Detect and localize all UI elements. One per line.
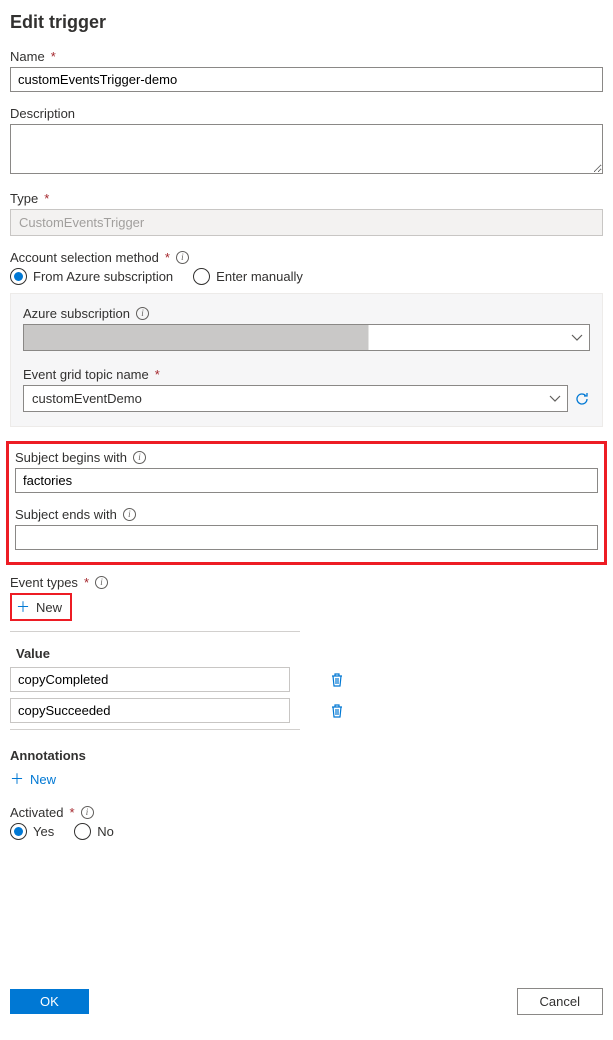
subject-ends-input[interactable]	[15, 525, 598, 550]
activated-label-text: Activated	[10, 805, 63, 820]
required-asterisk: *	[69, 805, 74, 820]
event-type-row	[10, 667, 603, 692]
event-types-field: Event types * i ＋ New Value	[10, 575, 603, 730]
radio-enter-manually[interactable]: Enter manually	[193, 268, 303, 285]
divider	[10, 631, 300, 632]
subject-begins-input[interactable]	[15, 468, 598, 493]
event-type-input[interactable]	[10, 667, 290, 692]
page-title: Edit trigger	[10, 12, 603, 33]
azure-subscription-select[interactable]	[23, 324, 590, 351]
divider	[10, 729, 300, 730]
radio-activated-yes[interactable]: Yes	[10, 823, 54, 840]
name-label: Name *	[10, 49, 603, 64]
event-type-row	[10, 698, 603, 723]
event-grid-topic-label-text: Event grid topic name	[23, 367, 149, 382]
name-input[interactable]	[10, 67, 603, 92]
event-grid-topic-field: Event grid topic name * customEventDemo	[23, 367, 590, 412]
radio-yes-label: Yes	[33, 824, 54, 839]
activated-field: Activated * i Yes No	[10, 805, 603, 840]
description-field: Description	[10, 106, 603, 177]
annotations-field: Annotations ＋ New	[10, 748, 603, 791]
ok-button[interactable]: OK	[10, 989, 89, 1014]
type-value: CustomEventsTrigger	[10, 209, 603, 236]
radio-no-label: No	[97, 824, 114, 839]
subject-ends-field: Subject ends with i	[15, 507, 598, 550]
activated-radio-group: Yes No	[10, 823, 603, 840]
azure-subpanel: Azure subscription i Event grid topic na…	[10, 293, 603, 427]
event-types-label-text: Event types	[10, 575, 78, 590]
description-label: Description	[10, 106, 603, 121]
annotations-new-label: New	[30, 772, 56, 787]
annotations-label: Annotations	[10, 748, 603, 763]
radio-indicator	[10, 268, 27, 285]
required-asterisk: *	[44, 191, 49, 206]
subject-begins-label-text: Subject begins with	[15, 450, 127, 465]
account-selection-radio-group: From Azure subscription Enter manually	[10, 268, 603, 285]
trash-icon[interactable]	[330, 703, 344, 719]
event-type-input[interactable]	[10, 698, 290, 723]
azure-subscription-label: Azure subscription i	[23, 306, 590, 321]
description-input[interactable]	[10, 124, 603, 174]
info-icon[interactable]: i	[133, 451, 146, 464]
azure-subscription-label-text: Azure subscription	[23, 306, 130, 321]
radio-indicator	[74, 823, 91, 840]
name-label-text: Name	[10, 49, 45, 64]
info-icon[interactable]: i	[81, 806, 94, 819]
event-types-value-header: Value	[10, 642, 603, 667]
azure-subscription-field: Azure subscription i	[23, 306, 590, 351]
name-field: Name *	[10, 49, 603, 92]
account-selection-field: Account selection method * i From Azure …	[10, 250, 603, 427]
event-grid-topic-label: Event grid topic name *	[23, 367, 590, 382]
subject-filter-highlight: Subject begins with i Subject ends with …	[6, 441, 607, 565]
refresh-icon[interactable]	[574, 391, 590, 407]
info-icon[interactable]: i	[95, 576, 108, 589]
plus-icon: ＋	[16, 597, 30, 617]
type-field: Type * CustomEventsTrigger	[10, 191, 603, 236]
footer: OK Cancel	[0, 980, 613, 1025]
account-selection-label-text: Account selection method	[10, 250, 159, 265]
info-icon[interactable]: i	[136, 307, 149, 320]
radio-from-azure[interactable]: From Azure subscription	[10, 268, 173, 285]
subject-begins-field: Subject begins with i	[15, 450, 598, 493]
annotations-new-button[interactable]: ＋ New	[10, 767, 56, 791]
chevron-down-icon	[571, 332, 583, 344]
type-label-text: Type	[10, 191, 38, 206]
info-icon[interactable]: i	[123, 508, 136, 521]
required-asterisk: *	[155, 367, 160, 382]
event-types-new-button[interactable]: ＋ New	[10, 593, 72, 621]
radio-enter-manually-label: Enter manually	[216, 269, 303, 284]
type-label: Type *	[10, 191, 603, 206]
info-icon[interactable]: i	[176, 251, 189, 264]
radio-indicator	[10, 823, 27, 840]
event-types-label: Event types * i	[10, 575, 603, 590]
subject-begins-label: Subject begins with i	[15, 450, 598, 465]
required-asterisk: *	[165, 250, 170, 265]
required-asterisk: *	[51, 49, 56, 64]
event-grid-topic-select[interactable]: customEventDemo	[23, 385, 568, 412]
plus-icon: ＋	[10, 769, 24, 789]
radio-from-azure-label: From Azure subscription	[33, 269, 173, 284]
account-selection-label: Account selection method * i	[10, 250, 603, 265]
trash-icon[interactable]	[330, 672, 344, 688]
event-grid-topic-value: customEventDemo	[32, 391, 142, 406]
subject-ends-label: Subject ends with i	[15, 507, 598, 522]
cancel-button[interactable]: Cancel	[517, 988, 603, 1015]
chevron-down-icon	[549, 393, 561, 405]
required-asterisk: *	[84, 575, 89, 590]
event-types-list: Value	[10, 631, 603, 730]
activated-label: Activated * i	[10, 805, 603, 820]
radio-activated-no[interactable]: No	[74, 823, 114, 840]
subject-ends-label-text: Subject ends with	[15, 507, 117, 522]
event-types-new-label: New	[36, 600, 62, 615]
description-label-text: Description	[10, 106, 75, 121]
radio-indicator	[193, 268, 210, 285]
